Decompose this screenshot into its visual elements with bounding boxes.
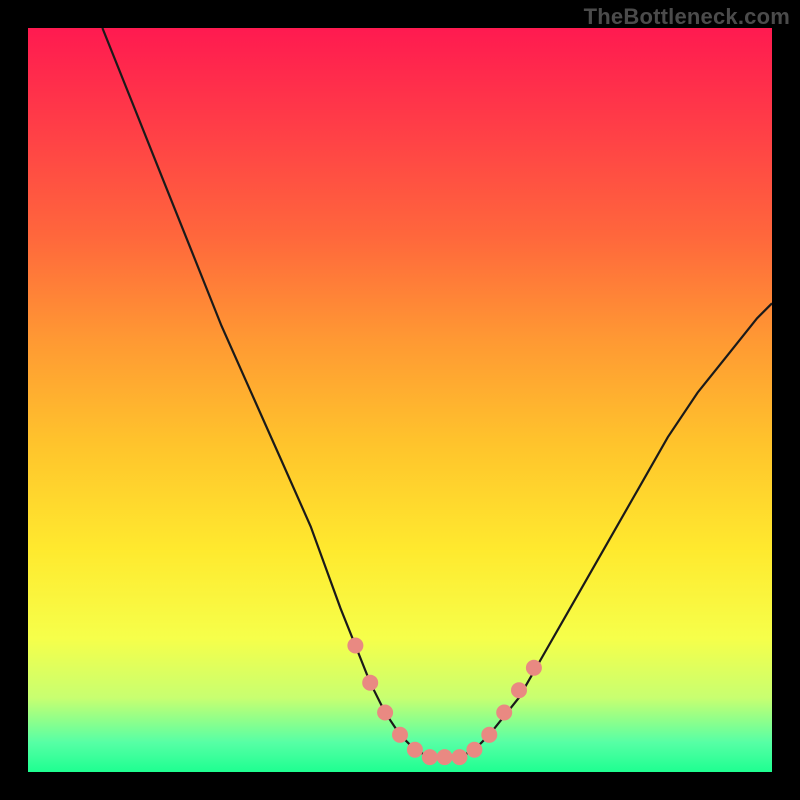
curve-marker <box>363 675 378 690</box>
curve-marker <box>497 705 512 720</box>
bottleneck-curve <box>28 28 772 772</box>
curve-marker <box>482 727 497 742</box>
curve-marker <box>526 660 541 675</box>
curve-marker <box>407 742 422 757</box>
curve-marker <box>348 638 363 653</box>
curve-markers <box>348 638 542 765</box>
curve-marker <box>422 750 437 765</box>
watermark-text: TheBottleneck.com <box>584 4 790 30</box>
plot-area <box>28 28 772 772</box>
curve-marker <box>512 683 527 698</box>
chart-frame: TheBottleneck.com <box>0 0 800 800</box>
curve-path <box>102 28 772 757</box>
curve-marker <box>437 750 452 765</box>
curve-marker <box>452 750 467 765</box>
curve-marker <box>378 705 393 720</box>
curve-marker <box>393 727 408 742</box>
curve-marker <box>467 742 482 757</box>
